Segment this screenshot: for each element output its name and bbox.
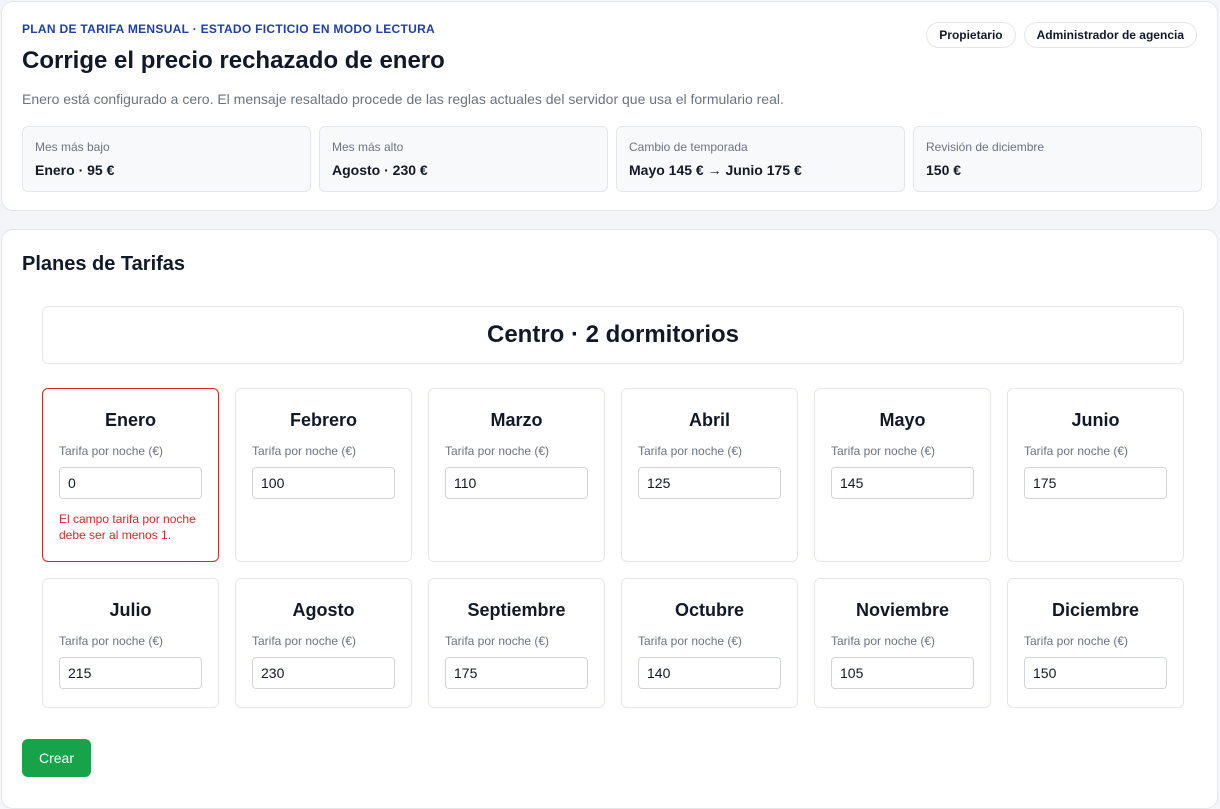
month-card-noviembre: Noviembre Tarifa por noche (€) <box>814 578 991 708</box>
rate-input-abril[interactable] <box>638 467 781 499</box>
stat-label: Cambio de temporada <box>629 140 748 154</box>
rate-label: Tarifa por noche (€) <box>831 444 936 458</box>
property-title: Centro · 2 dormitorios <box>486 321 739 348</box>
month-card-julio: Julio Tarifa por noche (€) <box>42 578 219 708</box>
property-header: Centro · 2 dormitorios <box>42 306 1184 364</box>
stat-value: 150 € <box>926 162 962 178</box>
page-title: Corrige el precio rechazado de enero <box>22 47 445 74</box>
rate-input-julio[interactable] <box>59 657 202 689</box>
stat-card-highest: Mes más alto Agosto · 230 € <box>319 126 608 192</box>
rate-label: Tarifa por noche (€) <box>59 444 164 458</box>
month-name: Mayo <box>879 410 926 430</box>
month-name: Marzo <box>490 410 543 430</box>
month-card-diciembre: Diciembre Tarifa por noche (€) <box>1007 578 1184 708</box>
stat-card-season-change: Cambio de temporada Mayo 145 € → Junio 1… <box>616 126 905 192</box>
rate-label: Tarifa por noche (€) <box>252 444 357 458</box>
stat-value: Mayo 145 € → Junio 175 € <box>629 162 802 178</box>
stat-card-december-review: Revisión de diciembre 150 € <box>913 126 1202 192</box>
section-title: Planes de Tarifas <box>22 253 186 275</box>
rate-label: Tarifa por noche (€) <box>638 444 743 458</box>
month-card-octubre: Octubre Tarifa por noche (€) <box>621 578 798 708</box>
stat-value: Enero · 95 € <box>35 162 115 178</box>
rate-label: Tarifa por noche (€) <box>831 634 936 648</box>
month-card-junio: Junio Tarifa por noche (€) <box>1007 388 1184 562</box>
month-name: Febrero <box>289 410 358 430</box>
month-card-febrero: Febrero Tarifa por noche (€) <box>235 388 412 562</box>
stats-row: Mes más bajo Enero · 95 € Mes más alto A… <box>22 126 1202 192</box>
rate-input-diciembre[interactable] <box>1024 657 1167 689</box>
stat-value: Agosto · 230 € <box>332 162 428 178</box>
rate-label: Tarifa por noche (€) <box>445 444 550 458</box>
months-grid: Enero Tarifa por noche (€) El campo tari… <box>42 388 1184 708</box>
rate-label: Tarifa por noche (€) <box>252 634 357 648</box>
stat-label: Revisión de diciembre <box>926 140 1045 154</box>
rate-input-noviembre[interactable] <box>831 657 974 689</box>
month-card-septiembre: Septiembre Tarifa por noche (€) <box>428 578 605 708</box>
rate-label: Tarifa por noche (€) <box>1024 444 1129 458</box>
month-name: Enero <box>104 410 156 430</box>
rate-plans-card: Planes de Tarifas Centro · 2 dormitorios… <box>1 229 1218 809</box>
role-pills: Propietario Administrador de agencia <box>926 22 1197 48</box>
rate-input-febrero[interactable] <box>252 467 395 499</box>
month-name: Agosto <box>292 600 355 620</box>
month-card-mayo: Mayo Tarifa por noche (€) <box>814 388 991 562</box>
stat-label: Mes más alto <box>332 140 404 154</box>
rate-input-octubre[interactable] <box>638 657 781 689</box>
rate-input-marzo[interactable] <box>445 467 588 499</box>
month-card-enero: Enero Tarifa por noche (€) El campo tari… <box>42 388 219 562</box>
header-card: PLAN DE TARIFA MENSUAL · ESTADO FICTICIO… <box>1 1 1218 211</box>
eyebrow: PLAN DE TARIFA MENSUAL · ESTADO FICTICIO… <box>22 22 436 36</box>
month-card-abril: Abril Tarifa por noche (€) <box>621 388 798 562</box>
role-pill-administrador-agencia[interactable]: Administrador de agencia <box>1023 22 1197 48</box>
rate-input-agosto[interactable] <box>252 657 395 689</box>
rate-input-junio[interactable] <box>1024 467 1167 499</box>
rate-input-enero[interactable] <box>59 467 202 499</box>
role-pill-propietario[interactable]: Propietario <box>926 22 1016 48</box>
month-name: Noviembre <box>855 600 950 620</box>
month-name: Septiembre <box>467 600 566 620</box>
rate-label: Tarifa por noche (€) <box>445 634 550 648</box>
create-button[interactable]: Crear <box>22 739 91 777</box>
month-name: Diciembre <box>1051 600 1140 620</box>
month-name: Abril <box>688 410 730 430</box>
month-name: Julio <box>109 600 152 620</box>
error-message: El campo tarifa por noche debe ser al me… <box>59 512 196 542</box>
month-name: Junio <box>1071 410 1120 430</box>
stat-card-lowest: Mes más bajo Enero · 95 € <box>22 126 311 192</box>
page-subtitle: Enero está configurado a cero. El mensaj… <box>22 91 784 107</box>
rate-label: Tarifa por noche (€) <box>1024 634 1129 648</box>
month-card-marzo: Marzo Tarifa por noche (€) <box>428 388 605 562</box>
rate-label: Tarifa por noche (€) <box>59 634 164 648</box>
rate-input-mayo[interactable] <box>831 467 974 499</box>
rate-input-septiembre[interactable] <box>445 657 588 689</box>
rate-label: Tarifa por noche (€) <box>638 634 743 648</box>
month-card-agosto: Agosto Tarifa por noche (€) <box>235 578 412 708</box>
month-name: Octubre <box>674 600 744 620</box>
stat-label: Mes más bajo <box>35 140 110 154</box>
